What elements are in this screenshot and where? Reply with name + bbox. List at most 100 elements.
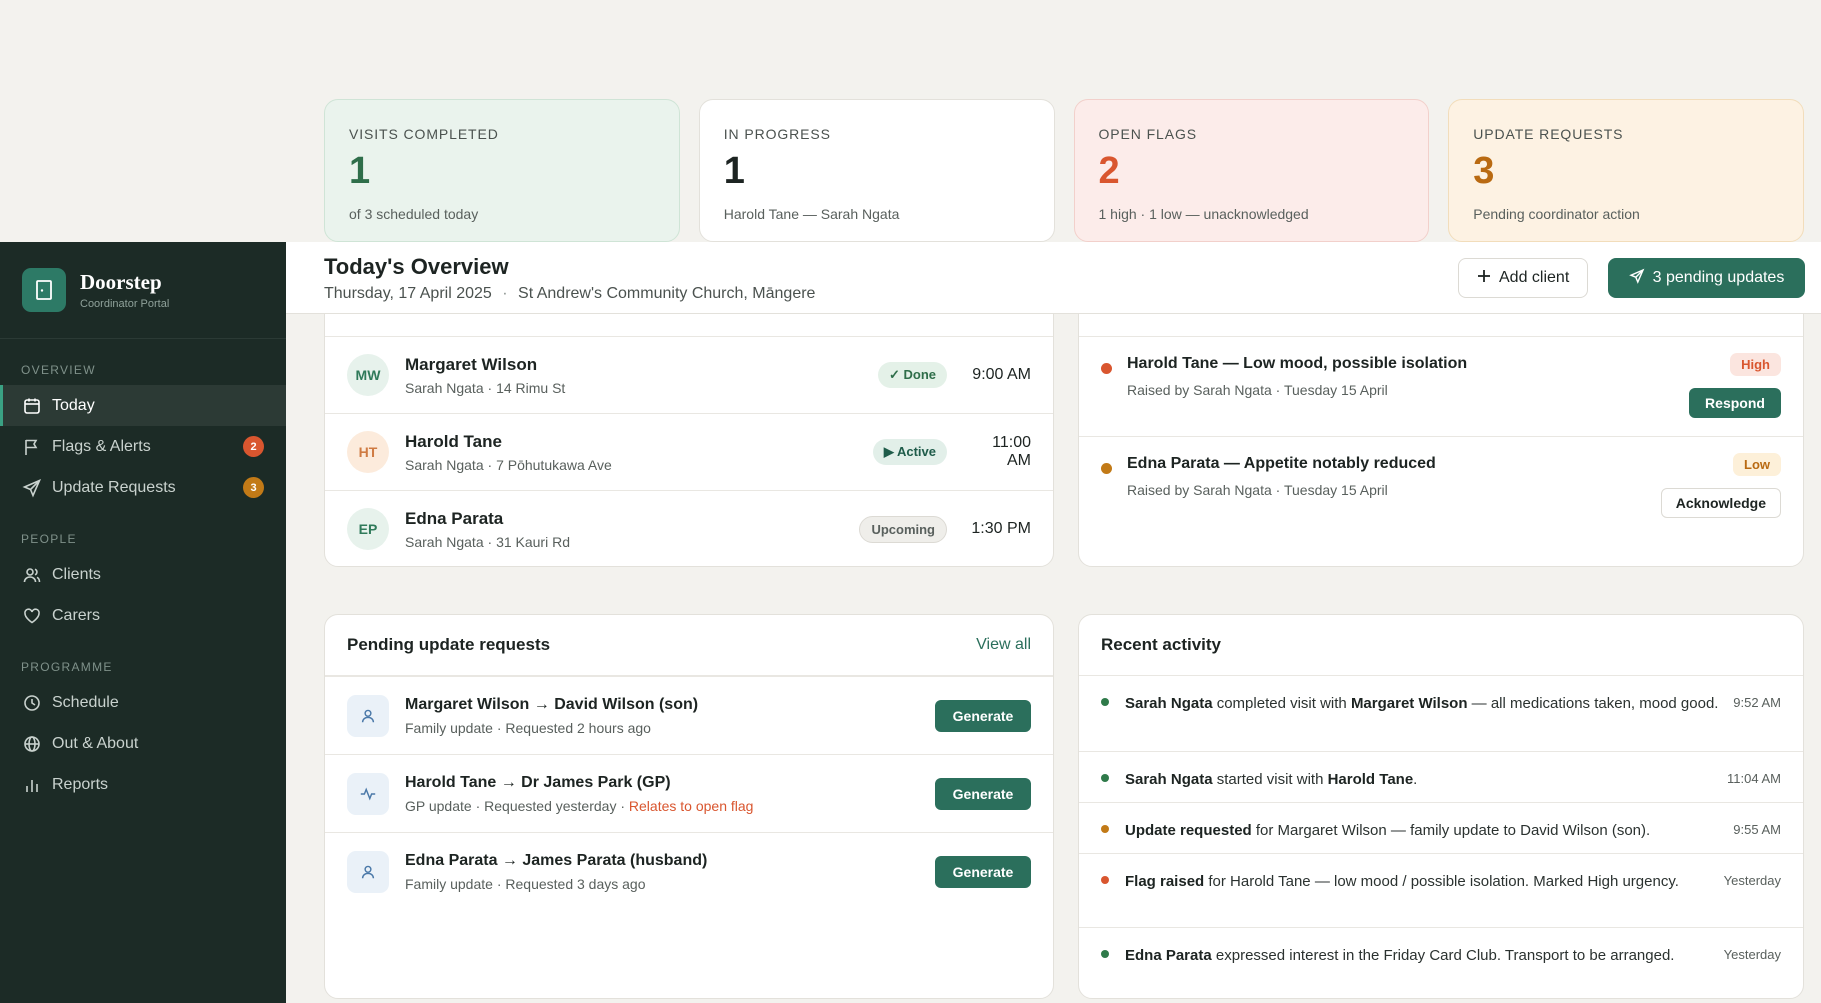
- flag-row[interactable]: Edna Parata — Appetite notably reduced R…: [1079, 436, 1803, 536]
- stat-sub: of 3 scheduled today: [349, 206, 479, 222]
- carer-name: Sarah Ngata: [405, 379, 484, 396]
- panel-title: Pending update requests: [347, 635, 551, 654]
- flag-dot: [1101, 363, 1112, 374]
- activity-text: Sarah Ngata completed visit with Margare…: [1125, 695, 1719, 712]
- flag-date: Tuesday 15 April: [1283, 482, 1388, 498]
- recent-activity-panel: Recent activity Sarah Ngata completed vi…: [1078, 614, 1804, 999]
- flag-meta: Raised by Sarah Ngata · Tuesday 15 April: [1127, 382, 1388, 398]
- send-icon: [22, 478, 42, 498]
- calendar-icon: [22, 396, 42, 416]
- view-all-link[interactable]: View all: [976, 636, 1031, 654]
- request-row[interactable]: Margaret Wilson → David Wilson (son) Fam…: [325, 676, 1053, 754]
- sidebar-item-label: Today: [52, 396, 95, 414]
- page-header: Today's Overview Thursday, 17 April 2025…: [286, 242, 1821, 314]
- request-meta: Family update · Requested 2 hours ago: [405, 719, 651, 736]
- request-row[interactable]: Edna Parata → James Parata (husband) Fam…: [325, 832, 1053, 910]
- respond-button[interactable]: Respond: [1689, 388, 1781, 418]
- brand-sub: Coordinator Portal: [80, 298, 170, 310]
- request-row[interactable]: Harold Tane → Dr James Park (GP) GP upda…: [325, 754, 1053, 832]
- activity-dot: [1101, 876, 1109, 884]
- flag-date: Tuesday 15 April: [1283, 382, 1388, 398]
- stat-label: UPDATE REQUESTS: [1473, 126, 1624, 142]
- brand[interactable]: Doorstep Coordinator Portal: [0, 242, 286, 339]
- visit-row[interactable]: HT Harold Tane Sarah Ngata · 7 Pōhutukaw…: [325, 413, 1053, 490]
- request-meta: GP update · Requested yesterday · Relate…: [405, 797, 754, 814]
- sidebar-item-out-about[interactable]: Out & About: [0, 723, 286, 764]
- visit-row[interactable]: EP Edna Parata Sarah Ngata · 31 Kauri Rd…: [325, 490, 1053, 566]
- pending-updates-button[interactable]: 3 pending updates: [1608, 258, 1805, 298]
- sidebar-item-today[interactable]: Today: [0, 385, 286, 426]
- person-icon: [347, 850, 389, 893]
- avatar: EP: [347, 508, 389, 550]
- sidebar-item-schedule[interactable]: Schedule: [0, 682, 286, 723]
- request-when: Requested 2 hours ago: [505, 719, 651, 736]
- stat-label: VISITS COMPLETED: [349, 126, 499, 142]
- nav-section-overview: OVERVIEW: [21, 363, 96, 377]
- header-date: Thursday, 17 April 2025: [324, 285, 492, 302]
- activity-time: Yesterday: [1723, 873, 1781, 888]
- add-client-button[interactable]: Add client: [1458, 258, 1589, 298]
- users-icon: [22, 565, 42, 585]
- pending-updates-label: 3 pending updates: [1652, 269, 1785, 286]
- activity-text: Update requested for Margaret Wilson — f…: [1125, 822, 1651, 839]
- visit-time: 11:00 AM: [992, 434, 1031, 469]
- activity-item: Update requested for Margaret Wilson — f…: [1079, 802, 1803, 853]
- generate-button[interactable]: Generate: [935, 699, 1031, 732]
- avatar: HT: [347, 431, 389, 473]
- person-icon: [347, 694, 389, 737]
- visit-meta: Sarah Ngata · 31 Kauri Rd: [405, 533, 570, 550]
- sidebar-item-label: Flags & Alerts: [52, 437, 151, 455]
- stat-sub: 1 high · 1 low — unacknowledged: [1098, 206, 1309, 222]
- pending-requests-panel: Pending update requests View all Margare…: [324, 614, 1054, 999]
- request-type: GP update: [405, 797, 472, 814]
- request-title: Harold Tane → Dr James Park (GP): [405, 773, 671, 791]
- bar-chart-icon: [22, 775, 42, 795]
- flag-row[interactable]: Harold Tane — Low mood, possible isolati…: [1079, 336, 1803, 436]
- activity-dot: [1101, 774, 1109, 782]
- visit-meta: Sarah Ngata · 14 Rimu St: [405, 379, 566, 396]
- sidebar-item-label: Out & About: [52, 734, 139, 752]
- client-address: 7 Pōhutukawa Ave: [496, 456, 612, 473]
- activity-time: 11:04 AM: [1727, 771, 1781, 786]
- request-type: Family update: [405, 875, 493, 892]
- requests-count-badge: 3: [243, 477, 264, 498]
- request-title: Edna Parata → James Parata (husband): [405, 851, 708, 869]
- open-flag-note: Relates to open flag: [628, 797, 754, 814]
- visits-panel: MW Margaret Wilson Sarah Ngata · 14 Rimu…: [324, 280, 1054, 567]
- generate-button[interactable]: Generate: [935, 777, 1031, 810]
- sidebar-item-flags[interactable]: Flags & Alerts 2: [0, 426, 286, 467]
- client-address: 31 Kauri Rd: [496, 533, 570, 550]
- sidebar-item-clients[interactable]: Clients: [0, 554, 286, 595]
- sidebar-item-update-requests[interactable]: Update Requests 3: [0, 467, 286, 508]
- request-when: Requested 3 days ago: [505, 875, 646, 892]
- flag-icon: [22, 437, 42, 457]
- flag-title: Edna Parata — Appetite notably reduced: [1127, 455, 1436, 472]
- send-icon: [1628, 268, 1645, 289]
- stat-value: 3: [1473, 150, 1495, 192]
- acknowledge-button[interactable]: Acknowledge: [1660, 488, 1781, 518]
- status-badge: ✓ Done: [877, 362, 947, 388]
- brand-name: Doorstep: [80, 270, 162, 294]
- sidebar-item-label: Clients: [52, 565, 101, 583]
- flag-dot: [1101, 463, 1112, 474]
- generate-button[interactable]: Generate: [935, 855, 1031, 888]
- sidebar-item-label: Carers: [52, 606, 101, 624]
- stat-value: 1: [349, 150, 371, 192]
- header-location: St Andrew's Community Church, Māngere: [518, 285, 816, 302]
- visit-time: 9:00 AM: [972, 366, 1031, 383]
- stats-row: VISITS COMPLETED 1 of 3 scheduled today …: [324, 99, 1804, 242]
- door-logo-icon: [22, 268, 66, 312]
- stat-label: IN PROGRESS: [723, 126, 831, 142]
- activity-item: Sarah Ngata completed visit with Margare…: [1079, 676, 1803, 751]
- stat-sub: Harold Tane — Sarah Ngata: [723, 206, 900, 222]
- urgency-badge: High: [1730, 353, 1781, 376]
- sidebar-item-carers[interactable]: Carers: [0, 595, 286, 636]
- activity-dot: [1101, 698, 1109, 706]
- stat-sub: Pending coordinator action: [1473, 206, 1640, 222]
- visit-meta: Sarah Ngata · 7 Pōhutukawa Ave: [405, 456, 612, 473]
- pulse-icon: [347, 772, 389, 815]
- stat-in-progress: IN PROGRESS 1 Harold Tane — Sarah Ngata: [698, 99, 1055, 242]
- visit-row[interactable]: MW Margaret Wilson Sarah Ngata · 14 Rimu…: [325, 336, 1053, 413]
- sidebar-item-reports[interactable]: Reports: [0, 764, 286, 805]
- client-address: 14 Rimu St: [496, 379, 566, 396]
